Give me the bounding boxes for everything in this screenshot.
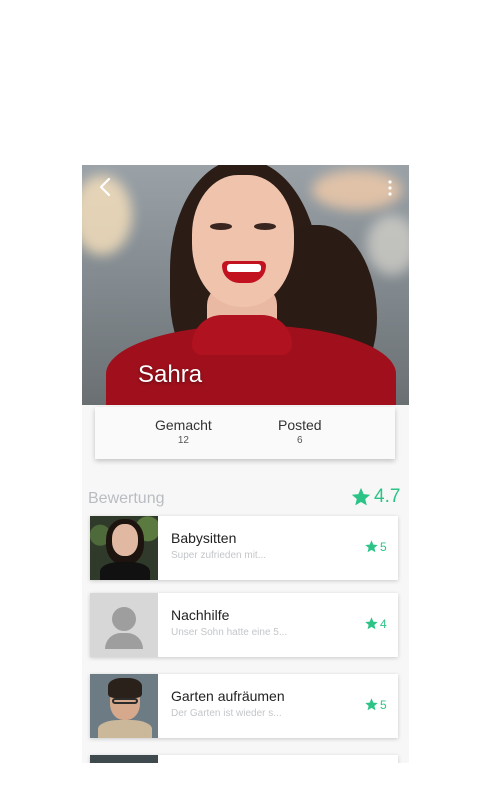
back-button[interactable] <box>94 175 118 199</box>
review-rating: 5 <box>364 539 387 554</box>
photo-eye <box>254 223 276 230</box>
average-rating: 4.7 <box>350 486 400 508</box>
review-title: Babysitten <box>171 530 237 546</box>
review-item[interactable]: Nachhilfe Unser Sohn hatte eine 5... 4 <box>90 593 398 657</box>
photo-smile <box>222 261 266 283</box>
review-title: Nachhilfe <box>171 607 230 623</box>
avatar-placeholder-icon <box>90 593 158 657</box>
profile-name: Sahra <box>138 361 203 388</box>
stat-done-label: Gemacht <box>155 417 212 433</box>
review-rating: 5 <box>364 697 387 712</box>
profile-screen: Sahra Gemacht 12 Posted 6 Bewertung 4.7 … <box>82 165 409 763</box>
reviewer-avatar <box>90 755 158 763</box>
stat-posted: Posted 6 <box>278 417 322 446</box>
star-icon <box>365 540 378 553</box>
profile-stats-card: Gemacht 12 Posted 6 <box>95 407 395 459</box>
stat-done: Gemacht 12 <box>155 417 212 446</box>
review-rating-value: 5 <box>380 539 387 554</box>
stat-posted-value: 6 <box>297 435 303 446</box>
more-menu-button[interactable] <box>384 177 396 199</box>
review-snippet: Unser Sohn hatte eine 5... <box>171 627 288 638</box>
star-icon <box>365 617 378 630</box>
review-snippet: Der Garten ist wieder s... <box>171 708 282 719</box>
review-rating-value: 4 <box>380 616 387 631</box>
star-icon <box>365 698 378 711</box>
review-item[interactable] <box>90 755 398 763</box>
review-title: Garten aufräumen <box>171 688 285 704</box>
profile-hero-photo: Sahra <box>82 165 409 405</box>
photo-face <box>192 175 294 307</box>
review-item[interactable]: Garten aufräumen Der Garten ist wieder s… <box>90 674 398 738</box>
photo-eye <box>210 223 232 230</box>
review-snippet: Super zufrieden mit... <box>171 550 267 561</box>
average-rating-value: 4.7 <box>374 486 401 507</box>
review-rating: 4 <box>364 616 387 631</box>
review-rating-value: 5 <box>380 697 387 712</box>
review-item[interactable]: Babysitten Super zufrieden mit... 5 <box>90 516 398 580</box>
photo-collar <box>192 315 292 355</box>
star-icon <box>351 487 371 506</box>
reviewer-avatar <box>90 516 158 580</box>
stat-posted-label: Posted <box>278 417 322 433</box>
more-vertical-icon <box>388 180 392 196</box>
chevron-left-icon <box>99 177 111 197</box>
stat-done-value: 12 <box>177 435 189 446</box>
reviews-heading: Bewertung <box>88 490 165 507</box>
reviewer-avatar <box>90 674 158 738</box>
photo-bokeh-light <box>367 215 409 275</box>
